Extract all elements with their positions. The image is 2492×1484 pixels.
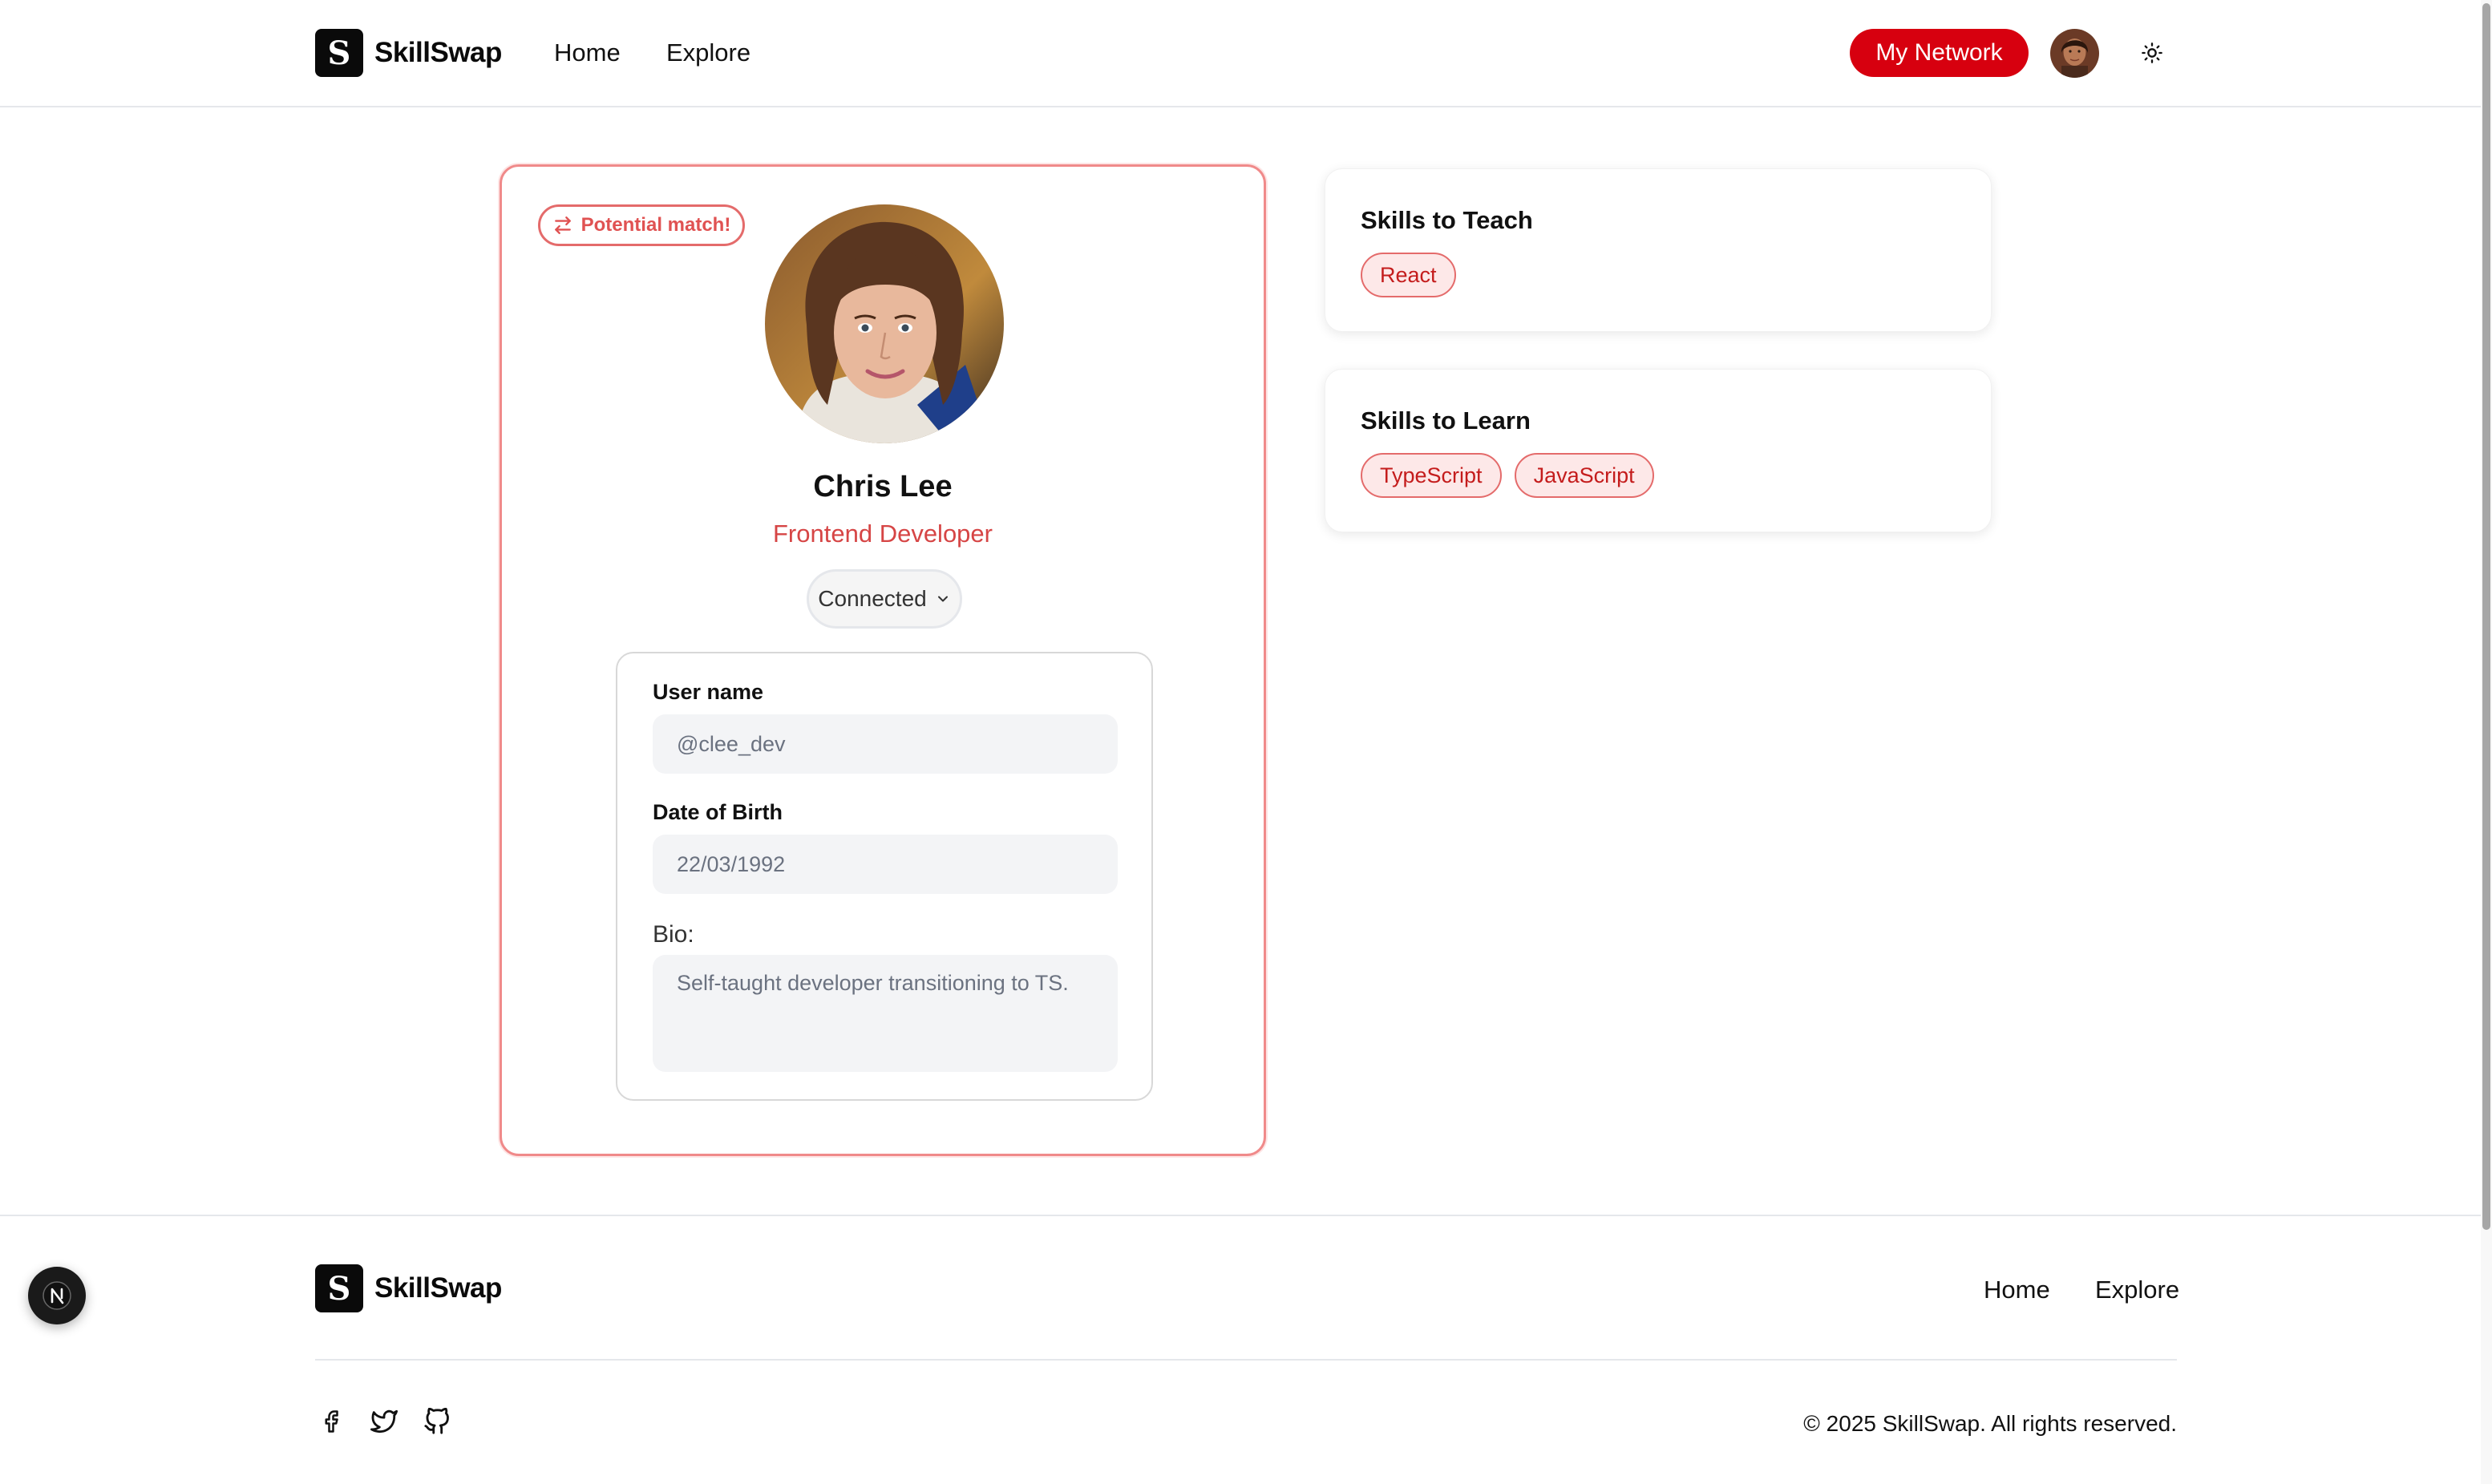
user-avatar[interactable] — [2050, 29, 2099, 78]
potential-match-text: Potential match! — [581, 214, 731, 236]
skills-to-learn-card: Skills to Learn TypeScript JavaScript — [1325, 369, 1992, 532]
connection-status-dropdown[interactable]: Connected — [807, 569, 962, 629]
github-icon[interactable] — [421, 1405, 453, 1437]
nav-explore-link[interactable]: Explore — [666, 38, 750, 67]
top-navbar: S SkillSwap Home Explore My Network — [0, 0, 2492, 107]
potential-match-badge: Potential match! — [538, 204, 745, 246]
skill-chip[interactable]: TypeScript — [1361, 453, 1502, 498]
connection-status-label: Connected — [818, 586, 927, 611]
profile-name: Chris Lee — [813, 470, 953, 503]
logo-mark-icon: S — [315, 1264, 363, 1312]
user-avatar-image — [2050, 29, 2099, 78]
skill-chip[interactable]: JavaScript — [1514, 453, 1654, 498]
dob-label: Date of Birth — [653, 800, 783, 824]
skills-to-teach-list: React — [1361, 253, 1469, 297]
profile-photo — [765, 204, 1004, 443]
footer-explore-link[interactable]: Explore — [2095, 1276, 2179, 1304]
skills-to-learn-title: Skills to Learn — [1361, 406, 1531, 435]
footer-divider — [315, 1359, 2177, 1361]
skills-to-teach-card: Skills to Teach React — [1325, 168, 1992, 332]
footer-brand-name: SkillSwap — [374, 1272, 502, 1304]
brand-logo[interactable]: S SkillSwap — [315, 29, 502, 77]
profile-details-form: User name @clee_dev Date of Birth 22/03/… — [616, 652, 1153, 1101]
copyright-text: © 2025 SkillSwap. All rights reserved. — [1803, 1411, 2177, 1436]
swap-arrows-icon — [554, 216, 571, 234]
nextjs-dev-indicator[interactable] — [28, 1267, 86, 1324]
skill-chip[interactable]: React — [1361, 253, 1456, 297]
footer-home-link[interactable]: Home — [1984, 1276, 2050, 1304]
scrollbar-thumb[interactable] — [2482, 3, 2490, 1230]
chevron-down-icon — [937, 596, 948, 602]
dob-field[interactable]: 22/03/1992 — [653, 835, 1118, 894]
facebook-icon[interactable] — [315, 1405, 347, 1437]
footer-brand-logo[interactable]: S SkillSwap — [315, 1264, 502, 1312]
brand-name: SkillSwap — [374, 37, 502, 68]
username-label: User name — [653, 680, 764, 704]
nextjs-logo-icon — [42, 1281, 71, 1310]
my-network-button[interactable]: My Network — [1850, 29, 2029, 77]
bio-textarea[interactable]: Self-taught developer transitioning to T… — [653, 955, 1118, 1072]
profile-role: Frontend Developer — [773, 520, 993, 548]
theme-toggle-sun-icon[interactable] — [2134, 35, 2170, 71]
nav-home-link[interactable]: Home — [554, 38, 621, 67]
twitter-icon[interactable] — [368, 1405, 400, 1437]
skills-to-teach-title: Skills to Teach — [1361, 206, 1533, 234]
logo-mark-icon: S — [315, 29, 363, 77]
profile-photo-image — [765, 204, 1004, 443]
username-field[interactable]: @clee_dev — [653, 714, 1118, 774]
skills-to-learn-list: TypeScript JavaScript — [1361, 453, 1667, 498]
footer: S SkillSwap Home Explore © 2025 SkillSwa… — [0, 1215, 2492, 1484]
profile-card: Potential match! Chris Lee Frontend Deve… — [500, 164, 1266, 1156]
bio-label: Bio: — [653, 921, 694, 948]
